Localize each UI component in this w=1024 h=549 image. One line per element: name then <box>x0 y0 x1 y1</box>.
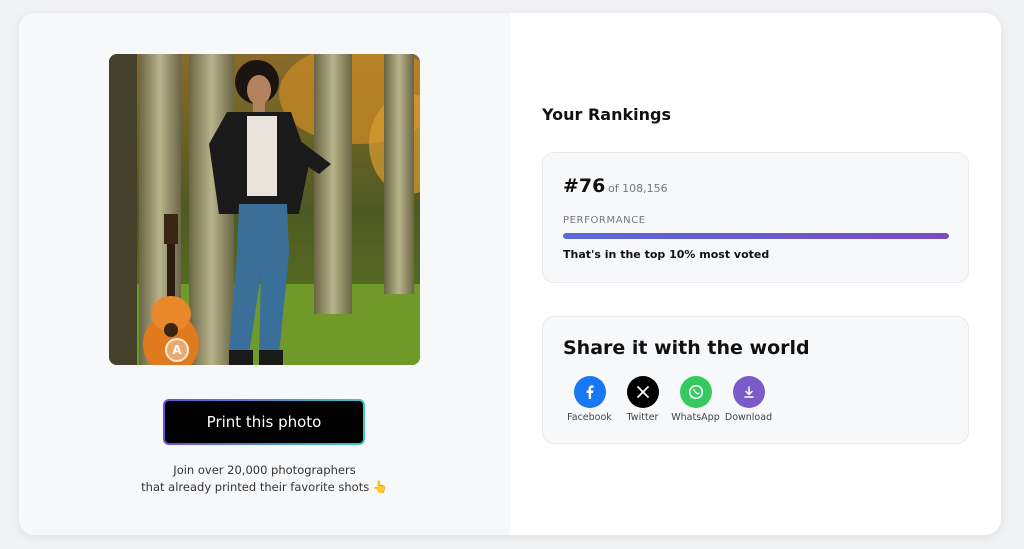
rank-card: #76 of 108,156 PERFORMANCE That's in the… <box>542 152 969 283</box>
share-facebook-button[interactable]: Facebook <box>563 376 616 423</box>
share-whatsapp-label: WhatsApp <box>671 412 720 423</box>
rank-total: of 108,156 <box>608 182 668 195</box>
share-title: Share it with the world <box>563 337 810 359</box>
print-photo-button[interactable]: Print this photo <box>163 399 365 445</box>
share-download-label: Download <box>724 412 773 423</box>
download-icon <box>732 376 765 408</box>
performance-label: PERFORMANCE <box>563 215 646 226</box>
join-promo-text: Join over 20,000 photographers that alre… <box>19 462 510 496</box>
share-twitter-button[interactable]: Twitter <box>616 376 669 423</box>
share-card: Share it with the world Facebook Twitter <box>542 316 969 444</box>
pointing-hand-icon: 👆 <box>372 480 388 494</box>
submitted-photo[interactable]: A <box>109 54 420 365</box>
rankings-panel: Your Rankings #76 of 108,156 PERFORMANCE… <box>510 13 1001 535</box>
photo-panel: A Print this photo Join over 20,000 phot… <box>19 13 510 535</box>
share-twitter-label: Twitter <box>626 412 659 423</box>
join-line-2: that already printed their favorite shot… <box>141 480 370 494</box>
join-line-2-wrapper: that already printed their favorite shot… <box>19 479 510 496</box>
watermark-logo: A <box>165 338 189 362</box>
rankings-title: Your Rankings <box>542 105 671 124</box>
x-icon <box>626 376 659 408</box>
share-buttons: Facebook Twitter WhatsApp Download <box>563 376 775 423</box>
share-whatsapp-button[interactable]: WhatsApp <box>669 376 722 423</box>
rank-number: #76 <box>563 175 606 197</box>
join-line-1: Join over 20,000 photographers <box>173 463 356 477</box>
performance-bar <box>563 233 949 239</box>
result-card: A Print this photo Join over 20,000 phot… <box>19 13 1001 535</box>
share-facebook-label: Facebook <box>567 412 612 423</box>
performance-bar-fill <box>563 233 949 239</box>
facebook-icon <box>573 376 606 408</box>
whatsapp-icon <box>679 376 712 408</box>
share-download-button[interactable]: Download <box>722 376 775 423</box>
performance-text: That's in the top 10% most voted <box>563 248 770 261</box>
